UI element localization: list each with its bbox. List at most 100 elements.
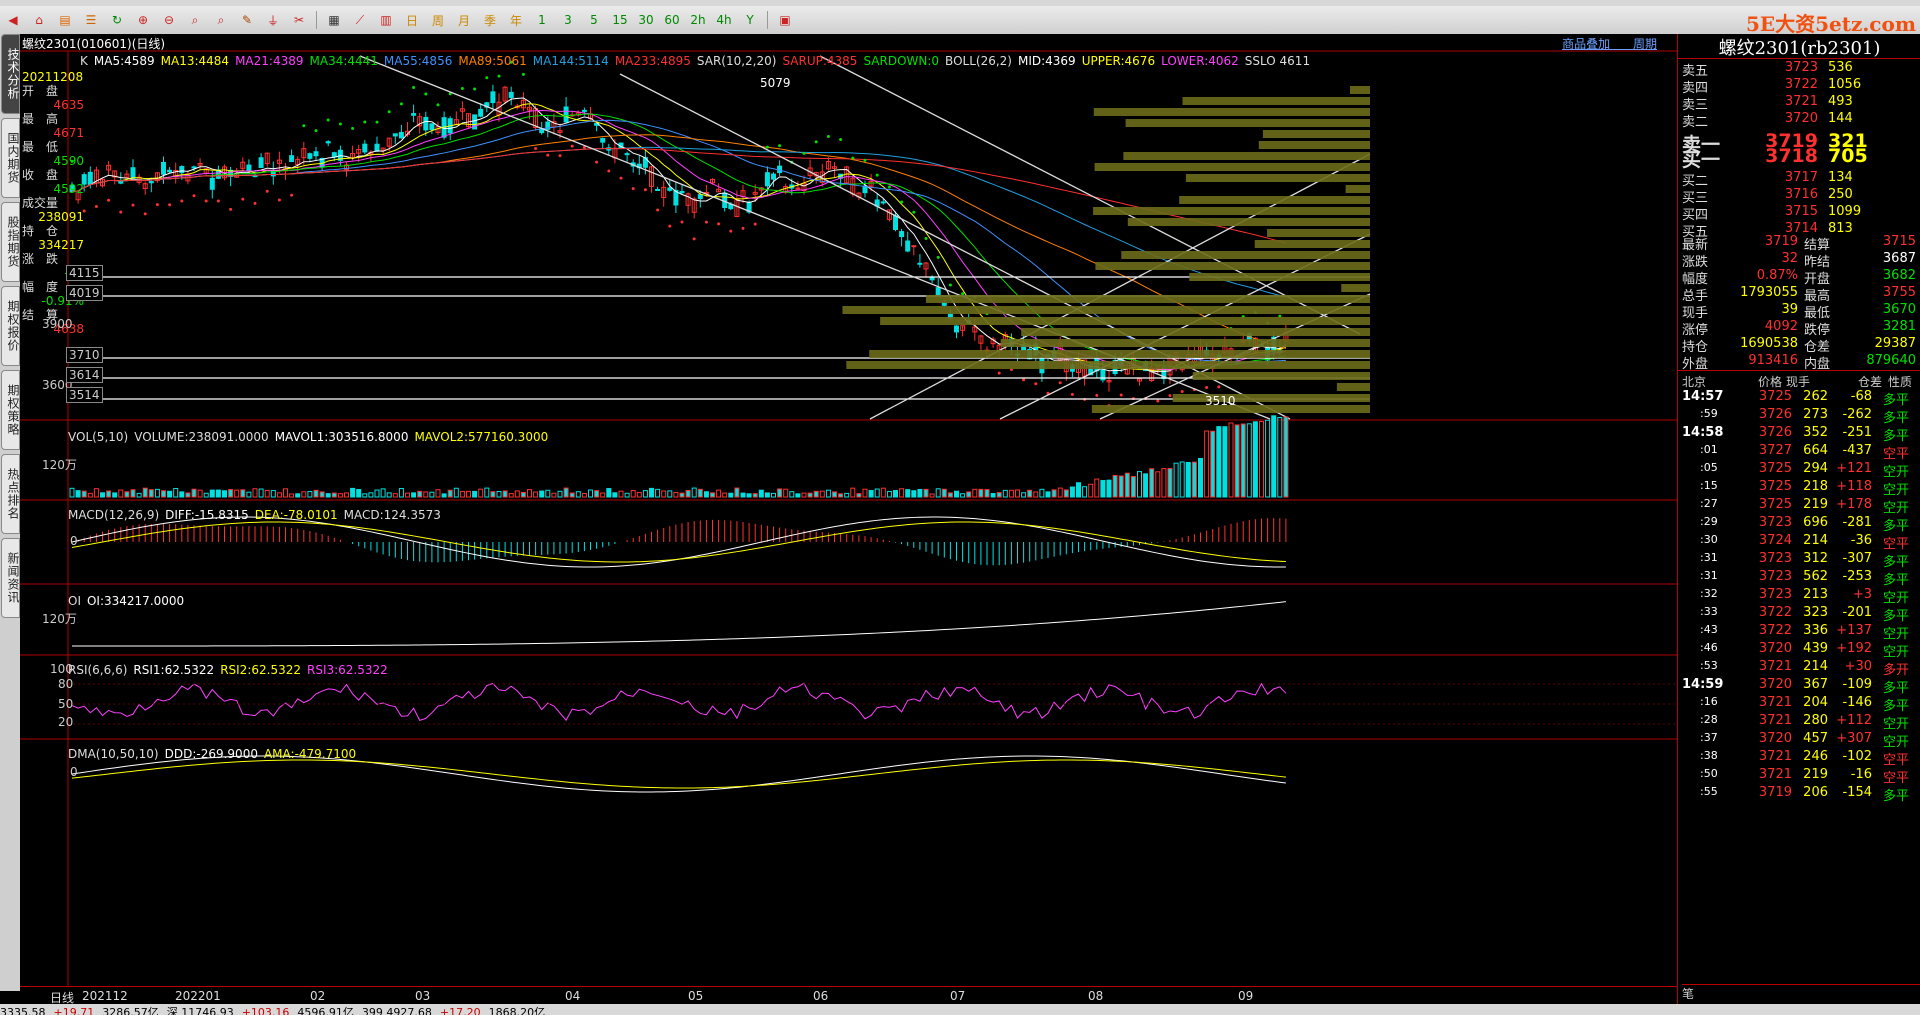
candle-body [209, 177, 215, 190]
table-icon[interactable]: ▦ [324, 10, 344, 30]
sar-dot [546, 153, 550, 157]
ask-volume: 536 [1828, 60, 1853, 75]
volume-profile-bar [869, 350, 1370, 358]
tick-delta: -253 [1842, 569, 1872, 584]
stat-value: 29387 [1874, 336, 1916, 351]
tick-delta: +137 [1836, 623, 1872, 638]
overlay-link[interactable]: 商品叠加 [1562, 37, 1610, 51]
volume-bar [1051, 489, 1057, 498]
sidebar-tab-news[interactable]: 新闻资讯 [1, 538, 20, 618]
volume-bar [783, 488, 789, 498]
volume-bar [722, 492, 728, 498]
sidebar-tab-technical[interactable]: 技术分析 [1, 34, 20, 114]
week-period-icon[interactable]: 周 [428, 10, 448, 30]
tick-volume: 214 [1803, 533, 1828, 548]
sidebar-tab-hot-rank[interactable]: 热点排名 [1, 454, 20, 534]
calendar-icon[interactable]: ▣ [775, 10, 795, 30]
sar-dot [1217, 385, 1221, 389]
sar-dot [753, 222, 757, 226]
sar-dot [192, 194, 196, 198]
tick-nature: 多平 [1883, 789, 1910, 804]
sar-dot [595, 160, 599, 164]
volume-bar [417, 490, 423, 498]
volume-bar [124, 491, 130, 498]
volume-bar [612, 492, 618, 498]
month-period-icon[interactable]: 月 [454, 10, 474, 30]
kline-icon[interactable]: ▥ [376, 10, 396, 30]
home-icon[interactable]: ⌂ [29, 10, 49, 30]
hour2-period-icon[interactable]: 2h [688, 10, 708, 30]
sidebar-tab-option-quote[interactable]: 期权报价 [1, 286, 20, 366]
volume-bar [325, 493, 331, 498]
stat-value: 1793055 [1740, 285, 1798, 300]
tools-icon[interactable]: ✂ [289, 10, 309, 30]
back-icon[interactable]: ◀ [3, 10, 23, 30]
refresh-icon[interactable]: ↻ [107, 10, 127, 30]
sidebar-tab-index-futures[interactable]: 股指期货 [1, 202, 20, 282]
week-y-icon[interactable]: Y [740, 10, 760, 30]
hour4-period-icon[interactable]: 4h [714, 10, 734, 30]
year-period-icon[interactable]: 年 [506, 10, 526, 30]
volume-bar [203, 492, 209, 498]
sar-dot [1095, 393, 1099, 397]
day-period-icon[interactable]: 日 [402, 10, 422, 30]
volume-legend: VOL(5,10) VOLUME:238091.0000 MAVOL1:303516… [68, 430, 554, 444]
date-tick: 202112 [82, 989, 128, 1003]
sar-dot [497, 74, 501, 78]
tick-time: :01 [1700, 443, 1718, 456]
volume-bar [978, 488, 984, 498]
volume-bar [1204, 430, 1210, 498]
candle-body [795, 187, 801, 190]
candle-body [118, 180, 124, 184]
tick-delta: +192 [1836, 641, 1872, 656]
oi-legend-item: OI:334217.0000 [86, 594, 185, 608]
candle-body [667, 187, 673, 191]
min5-period-icon[interactable]: 5 [584, 10, 604, 30]
date-tick: 03 [415, 989, 431, 1003]
volume-profile-bar [1093, 207, 1370, 215]
volume-bar [1082, 486, 1088, 498]
period-link[interactable]: 周期 [1633, 37, 1657, 51]
min15-period-icon[interactable]: 15 [610, 10, 630, 30]
bid-price: 3718 [1765, 145, 1818, 167]
macd-legend-item: MACD:124.3573 [343, 508, 441, 522]
draw-icon[interactable]: ✎ [237, 10, 257, 30]
candle-body [246, 164, 252, 172]
tick-row[interactable]: :55 3719 206 -154 多平 [1678, 785, 1920, 807]
sar-dot [436, 103, 440, 107]
index-status-bar: 3335.58 +19.71 3286.57亿深 11746.93 +103.16 45… [0, 1004, 1920, 1015]
volume-bar [508, 493, 514, 498]
candle-body [87, 171, 93, 185]
sidebar-tab-domestic-futures[interactable]: 国内期货 [1, 118, 20, 198]
zoom-in-icon[interactable]: ⊕ [133, 10, 153, 30]
quote-title: 螺纹2301(rb2301) [1678, 34, 1920, 59]
sidebar-tab-option-strategy[interactable]: 期权策略 [1, 370, 20, 450]
candle-body [289, 155, 295, 162]
volume-bar [215, 489, 221, 498]
zoom-out-icon[interactable]: ⊖ [159, 10, 179, 30]
candle-body [313, 151, 319, 157]
filter-icon[interactable]: ⏚ [263, 10, 283, 30]
tick-tab[interactable]: 笔 [1682, 984, 1920, 1002]
candle-body [655, 189, 661, 192]
min30-period-icon[interactable]: 30 [636, 10, 656, 30]
volume-bar [819, 490, 825, 498]
quarter-period-icon[interactable]: 季 [480, 10, 500, 30]
volume-profile-bar [1021, 328, 1370, 336]
list-icon[interactable]: ☰ [81, 10, 101, 30]
search-next-icon[interactable]: ⌕ [211, 10, 231, 30]
book-icon[interactable]: ▤ [55, 10, 75, 30]
kline-chart-area[interactable]: 螺纹2301(010601)(日线) 商品叠加 周期 K MA5:4589 MA13… [20, 34, 1677, 1004]
search-icon[interactable]: ⌕ [185, 10, 205, 30]
tick-nature: 空开 [1883, 735, 1910, 750]
line-chart-icon[interactable]: ⟋ [350, 10, 370, 30]
volume-bar [344, 492, 349, 498]
volume-bar [423, 491, 429, 498]
date-axis: 日线 202112 202201 02 03 04 05 06 07 08 09 [20, 986, 1677, 1005]
min1-period-icon[interactable]: 1 [532, 10, 552, 30]
min3-period-icon[interactable]: 3 [558, 10, 578, 30]
tick-volume: 219 [1803, 497, 1828, 512]
min60-period-icon[interactable]: 60 [662, 10, 682, 30]
tick-volume: 323 [1803, 605, 1828, 620]
stat-value: 39 [1781, 302, 1798, 317]
